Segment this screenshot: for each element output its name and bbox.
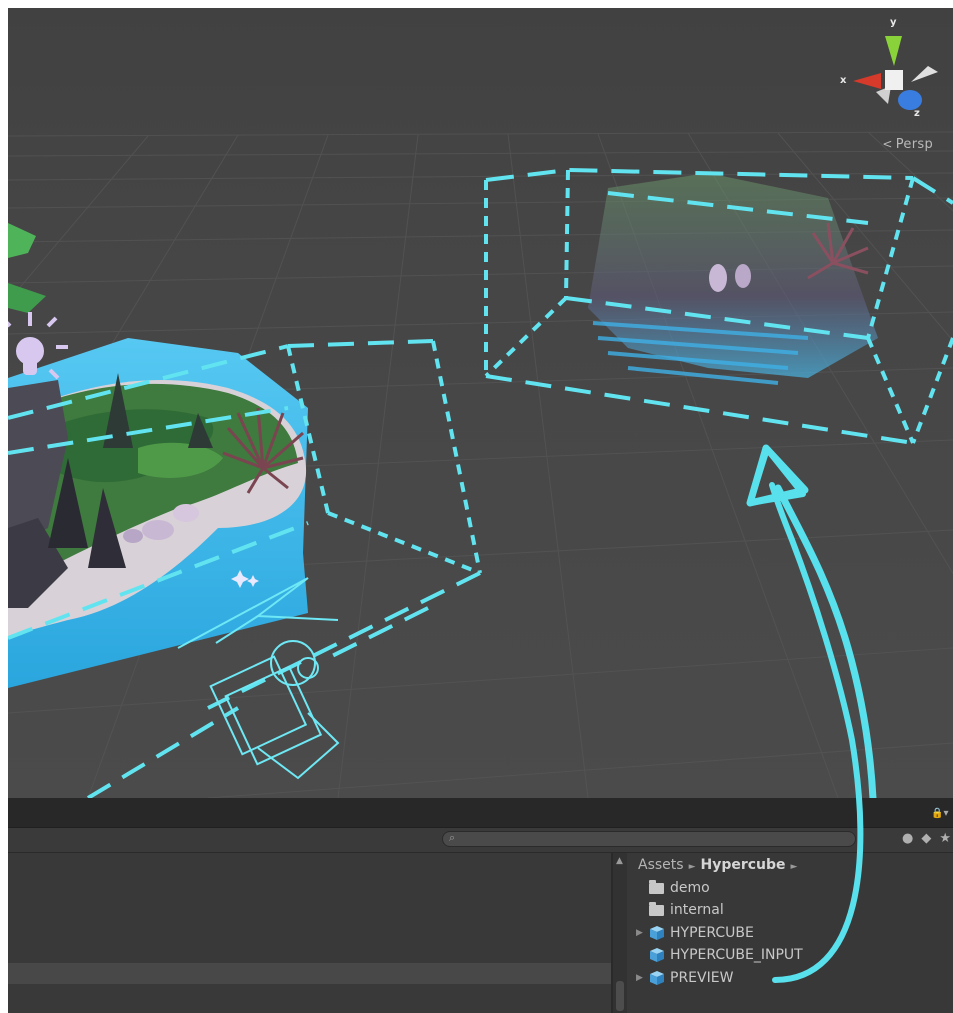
asset-name: HYPERCUBE_INPUT <box>670 947 803 963</box>
tab-strip: 🔒▾ <box>8 798 953 828</box>
chevron-right-icon: ► <box>688 862 696 872</box>
folder-icon <box>648 902 666 918</box>
asset-name: HYPERCUBE <box>670 925 754 941</box>
lock-icon[interactable]: 🔒▾ <box>931 808 953 822</box>
folder-tree-pane[interactable] <box>8 853 611 1013</box>
list-item[interactable]: ▶ HYPERCUBE <box>636 923 754 943</box>
list-item[interactable]: HYPERCUBE_INPUT <box>636 945 803 965</box>
project-toolbar: ⌕ ● ◆ ★ <box>8 828 953 853</box>
search-input[interactable]: ⌕ <box>442 831 856 847</box>
vertical-scrollbar[interactable]: ▲ <box>613 853 627 1013</box>
gizmo-y-label: y <box>890 17 897 28</box>
favorites-star-icon[interactable]: ★ <box>939 831 951 846</box>
projection-toggle[interactable]: < Persp <box>882 137 933 152</box>
filter-by-type-icon[interactable]: ● <box>902 831 913 846</box>
perspective-icon: < <box>882 137 893 151</box>
gizmo-x-label: x <box>840 75 847 86</box>
folder-icon <box>648 880 666 896</box>
list-item[interactable]: internal <box>636 900 724 920</box>
bottom-panel: 🔒▾ ⌕ ● ◆ ★ ▲ Assets ► Hypercube ► demo inte <box>8 798 953 1013</box>
chevron-right-icon: ► <box>790 862 798 872</box>
filter-by-label-icon[interactable]: ◆ <box>921 831 931 846</box>
prefab-cube-icon <box>648 925 666 941</box>
projection-label: Persp <box>895 137 933 152</box>
prefab-cube-icon <box>648 970 666 986</box>
list-item[interactable]: ▶ PREVIEW <box>636 968 733 988</box>
breadcrumb: Assets ► Hypercube ► <box>638 857 802 873</box>
toolbar-icons: ● ◆ ★ <box>902 831 951 846</box>
gizmo-z-label: z <box>914 108 920 119</box>
breadcrumb-folder[interactable]: Hypercube <box>700 857 785 873</box>
asset-name: PREVIEW <box>670 970 734 986</box>
scroll-up-icon[interactable]: ▲ <box>616 856 623 866</box>
scene-view[interactable]: y x z < Persp <box>8 8 953 798</box>
asset-name: demo <box>670 880 710 896</box>
scroll-thumb[interactable] <box>616 981 624 1011</box>
search-icon: ⌕ <box>449 831 456 844</box>
expand-arrow-icon[interactable]: ▶ <box>636 928 648 938</box>
expand-arrow-icon[interactable]: ▶ <box>636 973 648 983</box>
selected-row[interactable] <box>8 963 611 984</box>
prefab-cube-icon <box>648 947 666 963</box>
list-item[interactable]: demo <box>636 878 710 898</box>
asset-name: internal <box>670 902 724 918</box>
asset-list-pane: Assets ► Hypercube ► demo internal ▶ HYPERC… <box>628 853 953 1013</box>
scene-canvas[interactable] <box>8 8 953 798</box>
breadcrumb-root[interactable]: Assets <box>638 857 684 873</box>
